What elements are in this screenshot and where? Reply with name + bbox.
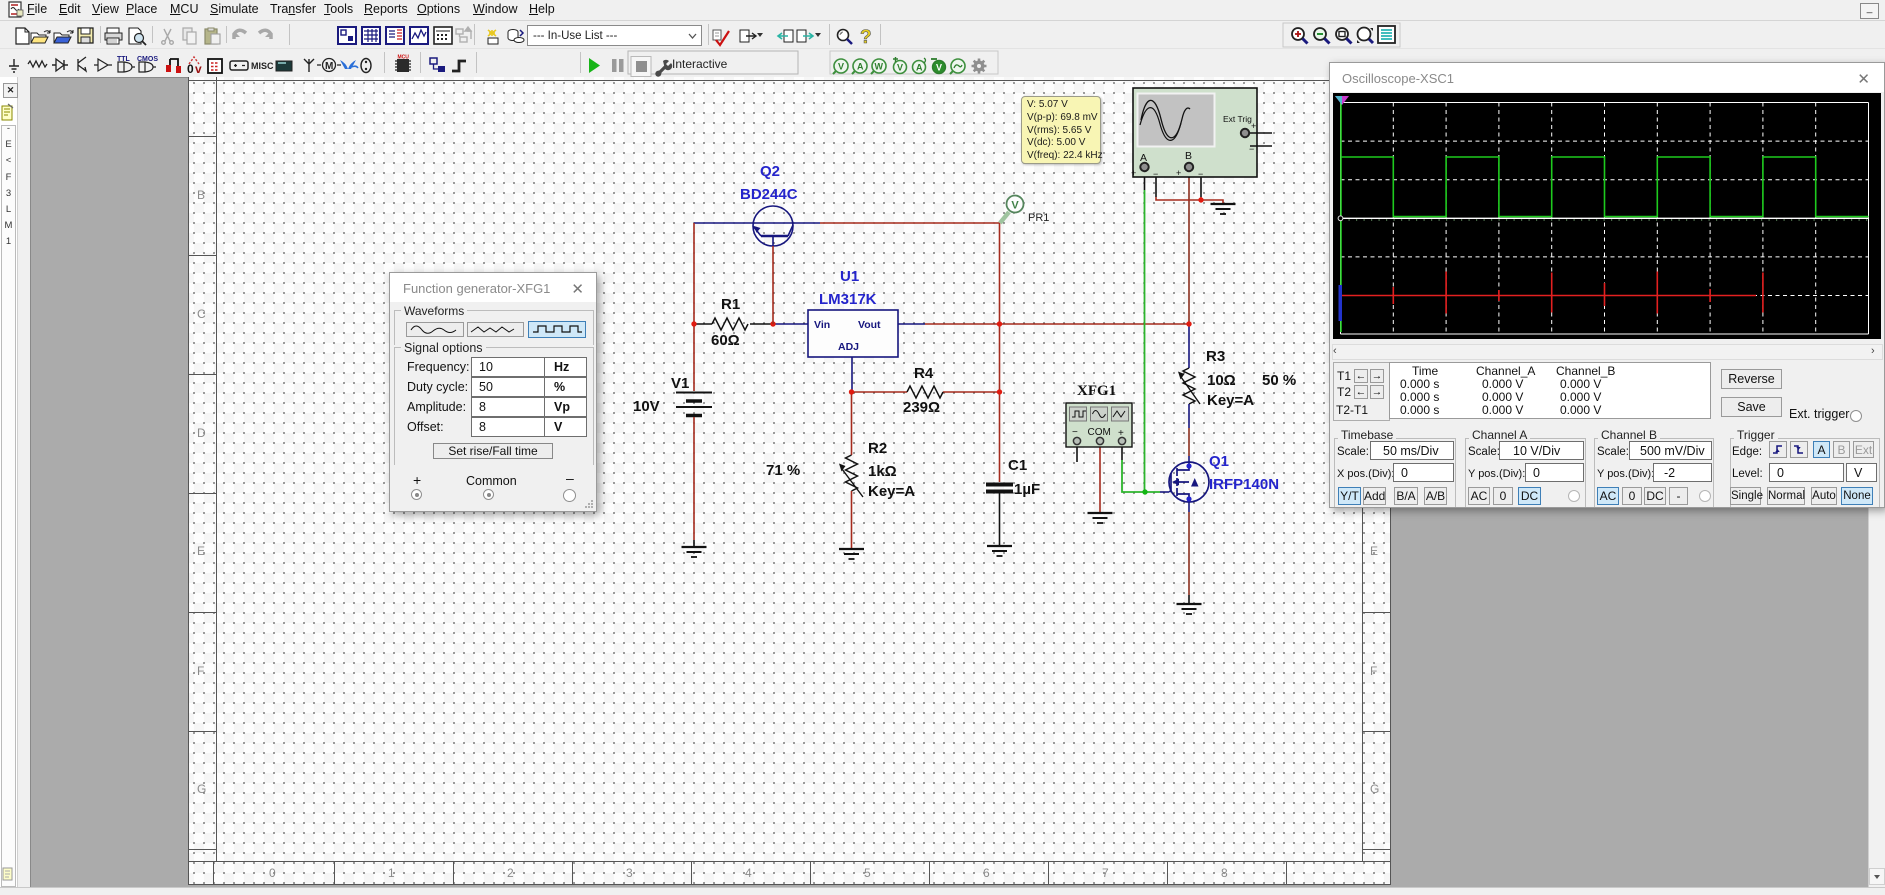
svg-text:R3: R3 <box>1206 348 1225 365</box>
svg-text:IRFP140N: IRFP140N <box>1209 476 1279 493</box>
svg-text:Vin: Vin <box>814 319 830 331</box>
svg-text:+: + <box>1176 168 1181 178</box>
svg-text:Q2: Q2 <box>760 163 780 180</box>
svg-text:1kΩ: 1kΩ <box>868 463 897 480</box>
svg-text:−: − <box>1249 144 1254 154</box>
svg-text:R2: R2 <box>868 440 887 457</box>
svg-text:A: A <box>1140 152 1147 164</box>
svg-text:10Ω: 10Ω <box>1207 372 1236 389</box>
svg-text:BD244C: BD244C <box>740 186 798 203</box>
svg-text:Key=A: Key=A <box>1207 392 1254 409</box>
svg-text:+: + <box>1251 121 1256 131</box>
svg-text:Vout: Vout <box>858 319 881 331</box>
svg-text:Q1: Q1 <box>1209 453 1229 470</box>
svg-text:XFG1: XFG1 <box>1077 383 1116 399</box>
svg-text:−: − <box>1072 427 1078 438</box>
svg-text:10V: 10V <box>633 398 660 415</box>
svg-text:−: − <box>1153 169 1158 179</box>
svg-text:1µF: 1µF <box>1014 481 1040 498</box>
svg-text:R1: R1 <box>721 296 740 313</box>
svg-text:V: V <box>1011 200 1019 212</box>
svg-text:Key=A: Key=A <box>868 483 915 500</box>
svg-text:PR1: PR1 <box>1028 212 1049 224</box>
svg-text:R4: R4 <box>914 365 934 382</box>
svg-text:239Ω: 239Ω <box>903 399 940 416</box>
svg-text:71 %: 71 % <box>766 462 800 479</box>
svg-text:V1: V1 <box>671 375 689 392</box>
svg-text:C1: C1 <box>1008 457 1027 474</box>
svg-text:+: + <box>1131 168 1136 178</box>
svg-text:+: + <box>1118 428 1124 439</box>
svg-text:50 %: 50 % <box>1262 372 1296 389</box>
svg-text:LM317K: LM317K <box>819 291 877 308</box>
svg-text:B: B <box>1185 150 1192 162</box>
svg-text:COM: COM <box>1088 427 1111 438</box>
svg-text:Ext Trig: Ext Trig <box>1223 114 1252 124</box>
svg-text:−: − <box>1198 169 1203 179</box>
svg-text:U1: U1 <box>840 268 859 285</box>
svg-text:60Ω: 60Ω <box>711 332 740 349</box>
svg-text:ADJ: ADJ <box>838 341 859 353</box>
